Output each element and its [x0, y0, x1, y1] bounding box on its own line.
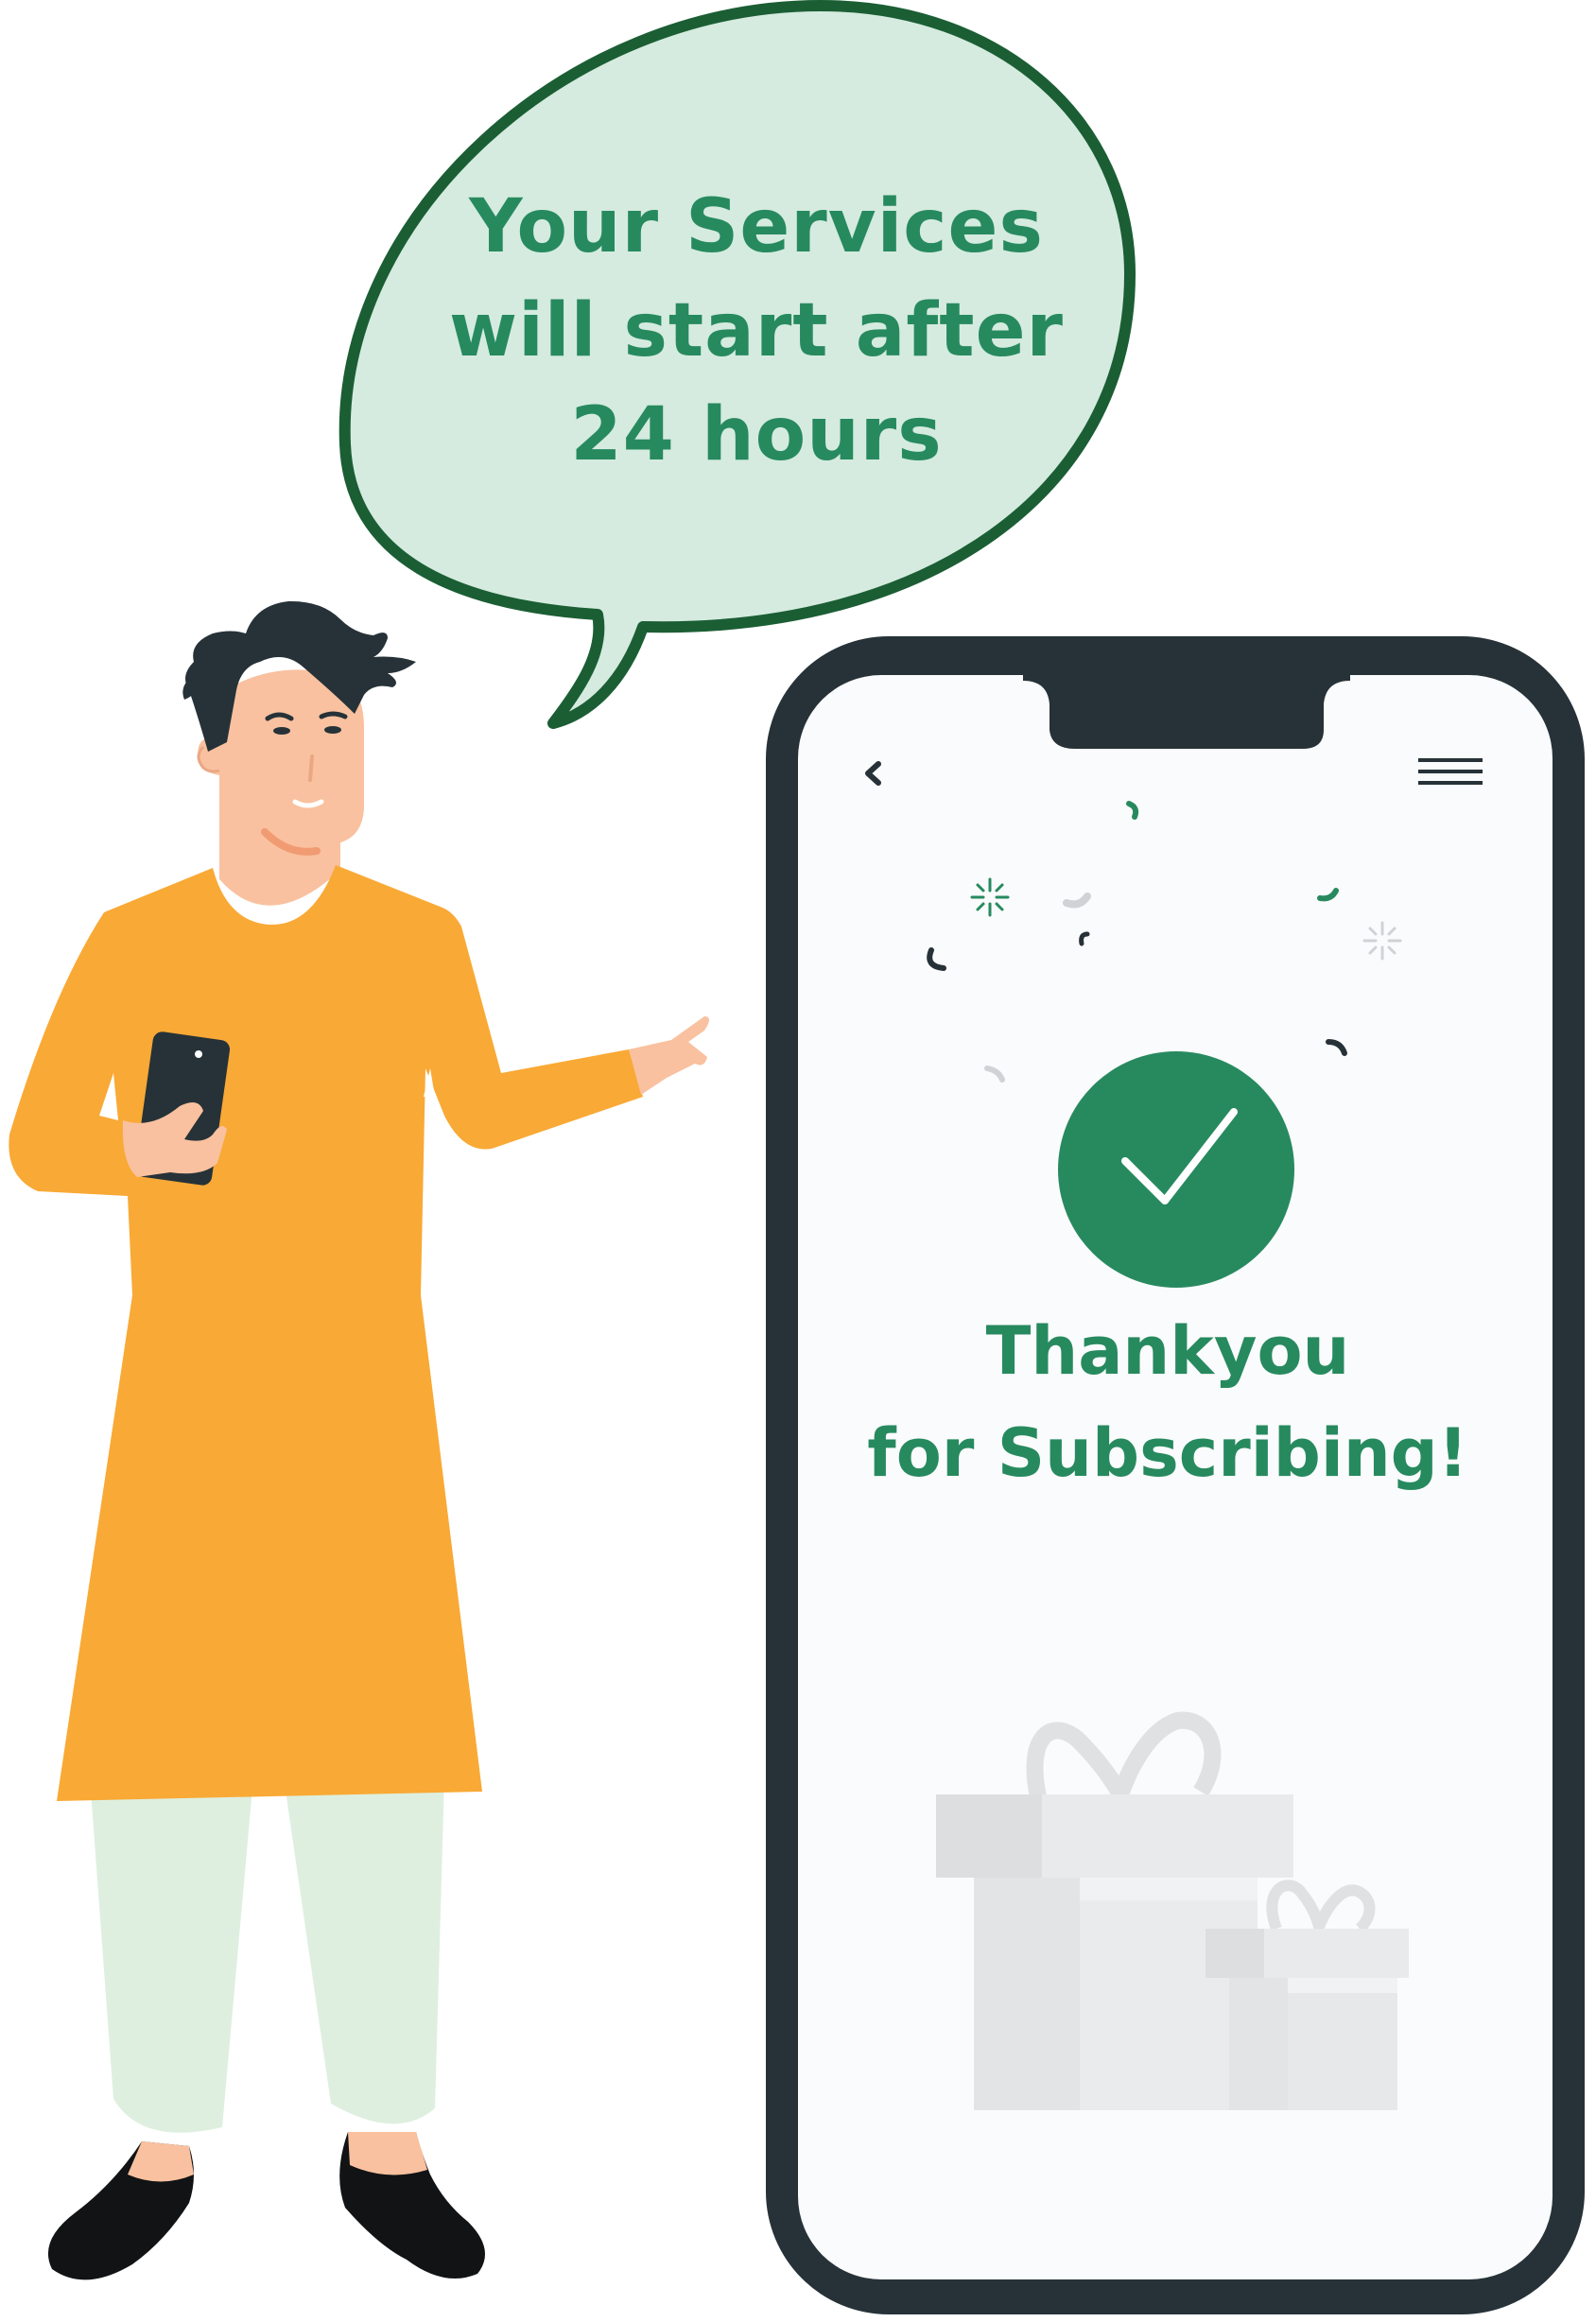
thank-you-message: Thankyou for Subscribing!	[823, 1300, 1513, 1504]
success-badge	[1058, 1051, 1294, 1288]
speech-bubble-message: Your Services will start after 24 hours	[416, 175, 1097, 487]
phone-notch	[1023, 667, 1350, 749]
speech-bubble-line: Your Services	[469, 184, 1044, 269]
thank-you-line: Thankyou	[985, 1312, 1350, 1390]
thank-you-line: for Subscribing!	[867, 1414, 1468, 1492]
chevron-left-icon[interactable]	[851, 752, 898, 799]
speech-bubble-line: 24 hours	[570, 392, 943, 477]
hamburger-menu-icon[interactable]	[1409, 752, 1483, 797]
man-character	[9, 600, 709, 2280]
speech-bubble-line: will start after	[449, 288, 1064, 373]
